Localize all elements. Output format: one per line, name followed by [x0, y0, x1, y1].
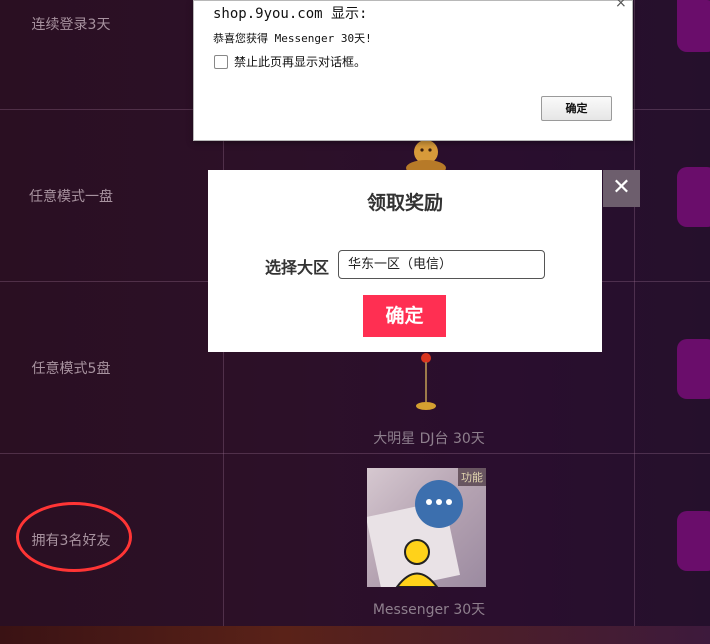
column-divider [634, 0, 635, 626]
claim-reward-modal: 领取奖励 选择大区 华东一区（电信） 确定 [208, 170, 602, 352]
region-label: 选择大区 [265, 258, 330, 277]
confirm-button[interactable]: 确定 [363, 295, 446, 337]
alert-ok-button[interactable]: 确定 [541, 96, 612, 121]
task-label-login: 连续登录3天 [31, 17, 111, 33]
suppress-dialog-checkbox[interactable] [214, 55, 228, 69]
close-icon[interactable]: ✕ [603, 170, 640, 207]
reward-caption-dj: 大明星 DJ台 30天 [373, 431, 485, 447]
dj-stand-icon [414, 352, 438, 414]
suppress-dialog-label[interactable]: 禁止此页再显示对话框。 [234, 53, 366, 70]
claim-button[interactable] [677, 511, 710, 571]
bottom-strip [0, 626, 710, 644]
task-label-one-game: 任意模式一盘 [29, 189, 113, 205]
claim-button[interactable] [677, 167, 710, 227]
modal-title: 领取奖励 [366, 192, 443, 214]
dj-figure-icon [404, 138, 448, 176]
messenger-item-thumbnail[interactable]: 功能 [367, 468, 486, 587]
claim-button[interactable] [677, 0, 710, 52]
claim-button[interactable] [677, 339, 710, 399]
reward-caption-messenger: Messenger 30天 [372, 602, 486, 618]
region-select[interactable]: 华东一区（电信） [338, 250, 545, 279]
alert-message: 恭喜您获得 Messenger 30天! [213, 32, 372, 45]
item-tag: 功能 [458, 468, 486, 486]
highlight-circle [16, 502, 132, 572]
alert-title: shop.9you.com 显示: [213, 6, 368, 22]
browser-alert-dialog: shop.9you.com 显示: × 恭喜您获得 Messenger 30天!… [193, 0, 633, 141]
task-label-five-games: 任意模式5盘 [31, 361, 111, 377]
close-icon[interactable]: × [615, 0, 627, 11]
